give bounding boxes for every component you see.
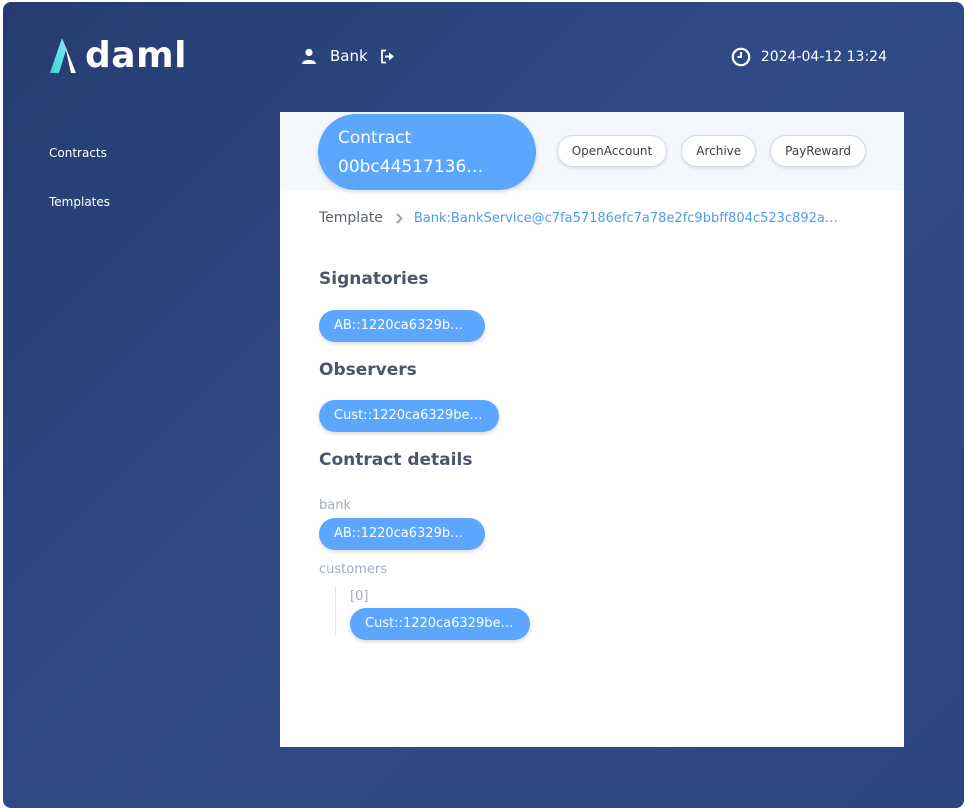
list-nesting-line — [335, 586, 336, 636]
logo-text: daml — [85, 35, 187, 76]
open-account-button[interactable]: OpenAccount — [556, 135, 668, 167]
customer-party-pill: Cust::1220ca6329be… — [350, 608, 530, 640]
contract-details-heading: Contract details — [319, 450, 473, 470]
sidebar-item-contracts[interactable]: Contracts — [49, 142, 110, 191]
person-icon — [302, 48, 316, 64]
sidebar-item-templates[interactable]: Templates — [49, 191, 110, 240]
signatories-heading: Signatories — [319, 269, 429, 289]
choice-button-group: OpenAccount Archive PayReward — [556, 135, 866, 167]
template-link[interactable]: Bank:BankService@c7fa57186efc7a78e2fc9bb… — [414, 211, 838, 226]
bank-field-label: bank — [319, 498, 351, 513]
breadcrumb-root: Template — [319, 210, 383, 226]
datetime-display: 2024-04-12 13:24 — [731, 47, 887, 67]
contract-pill-title: Contract — [338, 128, 412, 148]
contract-panel: Contract 00bc44517136… OpenAccount Archi… — [280, 112, 904, 747]
sidebar-nav: Contracts Templates — [49, 142, 110, 240]
bank-party-pill: AB::1220ca6329be… — [319, 518, 485, 550]
user-name: Bank — [330, 47, 368, 65]
daml-logo-icon — [50, 38, 76, 73]
daml-logo: daml — [49, 38, 187, 74]
pay-reward-button[interactable]: PayReward — [770, 135, 866, 167]
user-block: Bank — [301, 47, 395, 65]
contract-id-pill: Contract 00bc44517136… — [318, 114, 536, 190]
archive-button[interactable]: Archive — [681, 135, 757, 167]
chevron-right-icon — [396, 212, 403, 224]
observer-party-pill: Cust::1220ca6329be… — [319, 400, 499, 432]
datetime-text: 2024-04-12 13:24 — [760, 49, 887, 65]
contract-pill-id: 00bc44517136… — [338, 157, 484, 177]
customers-field-label: customers — [319, 562, 387, 577]
logout-icon[interactable] — [380, 49, 395, 64]
signatory-party-pill: AB::1220ca6329be… — [319, 310, 485, 342]
customers-index-label: [0] — [350, 589, 369, 604]
observers-heading: Observers — [319, 360, 417, 380]
breadcrumb: Template Bank:BankService@c7fa57186efc7a… — [319, 210, 838, 226]
app-window: daml Bank 2024-04-12 13:24 Contracts Tem… — [3, 2, 964, 808]
contract-header: Contract 00bc44517136… OpenAccount Archi… — [280, 112, 904, 190]
clock-icon — [731, 47, 751, 67]
